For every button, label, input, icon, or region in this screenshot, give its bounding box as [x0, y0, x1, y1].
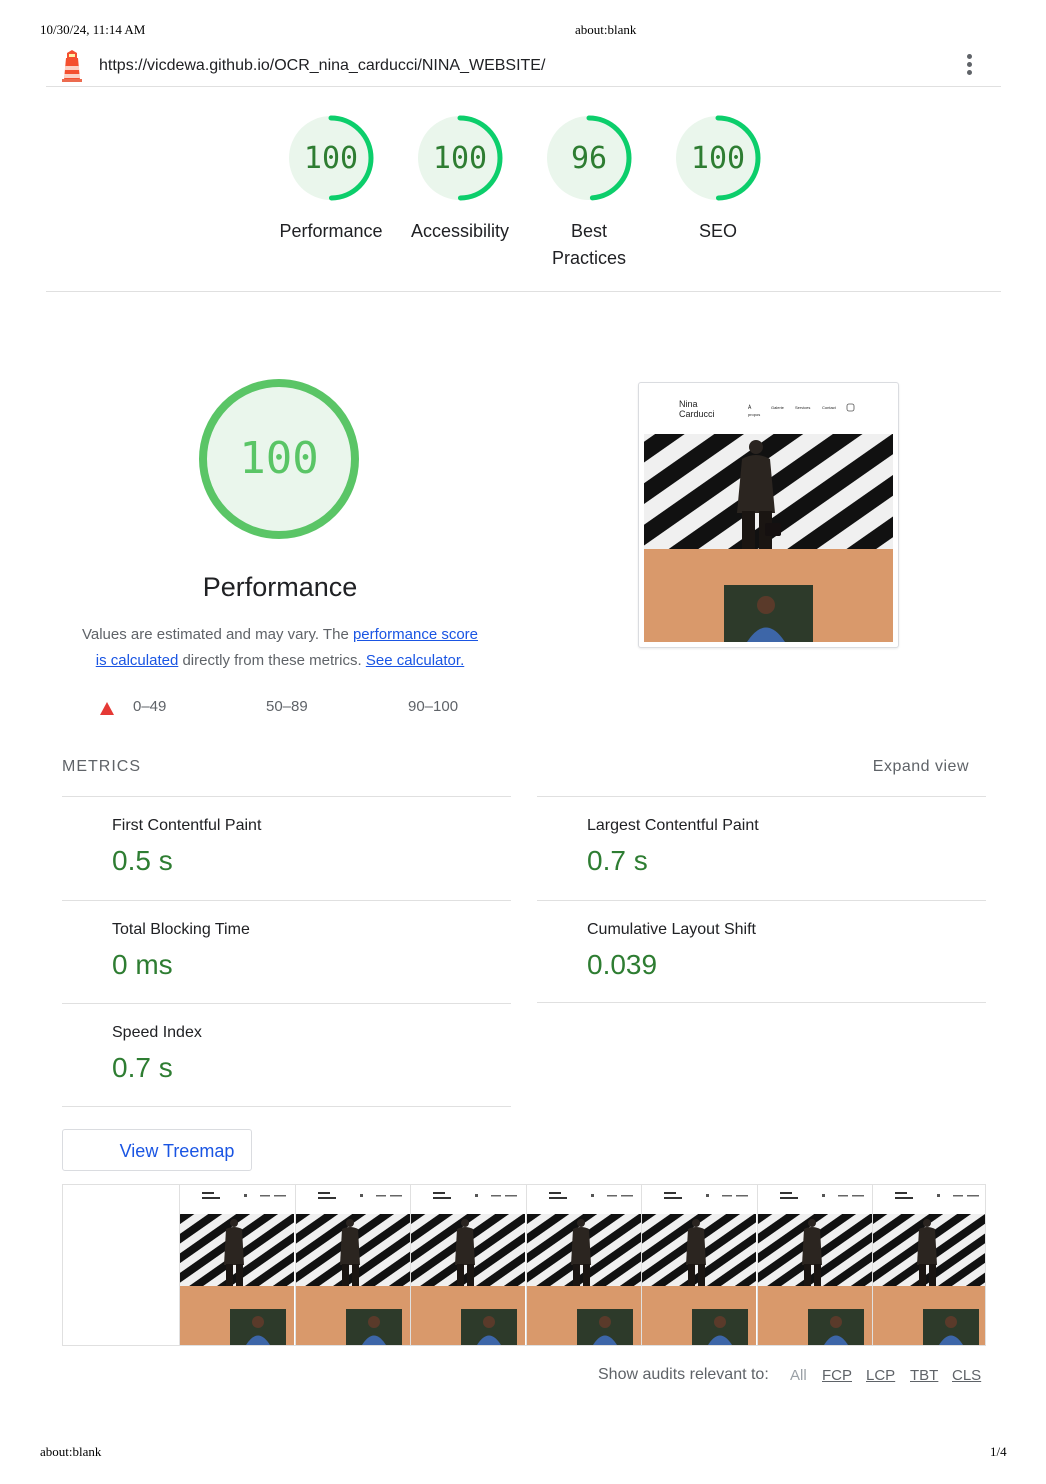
- metric-value: 0.5 s: [112, 845, 173, 876]
- gauge-label: SEO: [698, 221, 737, 241]
- desc-text: Values are estimated and may vary. The: [81, 626, 353, 643]
- metric-label: Speed Index: [112, 1024, 202, 1041]
- filmstrip-frame: [179, 1185, 294, 1345]
- gauge-ring: 100: [288, 115, 374, 201]
- metrics-header: METRICS: [62, 758, 141, 775]
- filmstrip-frame: [410, 1185, 525, 1345]
- gauge-best-practices[interactable]: 96 Best Practices: [524, 110, 654, 272]
- expand-view-toggle[interactable]: Expand view: [873, 758, 969, 776]
- metric-lcp: Largest Contentful Paint 0.7 s: [537, 796, 986, 900]
- metric-fcp: First Contentful Paint 0.5 s: [62, 796, 511, 900]
- metric-cls: Cumulative Layout Shift 0.039: [537, 900, 986, 1004]
- performance-gauge: 100: [199, 379, 359, 539]
- audit-filter-all[interactable]: All: [790, 1367, 807, 1384]
- gauge-ring: 100: [675, 115, 761, 201]
- gauge-label-line: Best: [570, 221, 608, 241]
- print-footer-url: about:blank: [40, 1444, 102, 1459]
- see-calculator-link[interactable]: See calculator.: [366, 652, 464, 669]
- metric-label: Largest Contentful Paint: [587, 817, 759, 834]
- audits-filter-label: Show audits relevant to:: [598, 1366, 769, 1383]
- gauge-label-line: Practices: [551, 248, 627, 268]
- legend-average: 50–89: [266, 698, 308, 715]
- metric-value: 0.7 s: [587, 845, 648, 876]
- filmstrip-frame: [294, 1185, 410, 1345]
- audit-filter-lcp[interactable]: LCP: [866, 1367, 895, 1384]
- final-screenshot: Nina Carducci À propos Galerie Services …: [638, 382, 899, 648]
- score-gauges: 100 Performance 100 Accessibility 96 Bes…: [0, 110, 1046, 280]
- site-nav-item: À: [748, 404, 752, 411]
- report-topbar: https://vicdewa.github.io/OCR_nina_cardu…: [46, 44, 1001, 87]
- gauge-score: 96: [571, 141, 607, 176]
- print-page-number: 1/4: [990, 1444, 1007, 1459]
- site-nav-item: Services: [795, 405, 810, 410]
- metric-divider: [537, 1002, 986, 1003]
- kebab-menu-icon[interactable]: [965, 54, 973, 78]
- performance-description: Values are estimated and may vary. The p…: [60, 622, 500, 674]
- metric-value: 0 ms: [112, 949, 173, 980]
- site-name: Carducci: [679, 409, 715, 419]
- gauge-label: Accessibility: [410, 221, 510, 241]
- legend-fail: 0–49: [133, 698, 167, 715]
- filmstrip-frame: [641, 1185, 756, 1345]
- filmstrip-frame: [756, 1185, 872, 1345]
- lighthouse-icon: [62, 50, 82, 82]
- gauge-ring: 100: [417, 115, 503, 201]
- metric-value: 0.039: [587, 949, 658, 980]
- filmstrip-frame: [872, 1185, 985, 1345]
- gauge-accessibility[interactable]: 100 Accessibility: [395, 110, 525, 245]
- performance-score: 100: [239, 433, 318, 484]
- metric-tbt: Total Blocking Time 0 ms: [62, 900, 511, 1004]
- view-treemap-button[interactable]: View Treemap: [62, 1129, 252, 1171]
- site-nav-item: Galerie: [771, 405, 785, 410]
- section-divider: [46, 291, 1001, 292]
- metric-label: First Contentful Paint: [112, 817, 262, 834]
- gauge-label: Best Practices: [524, 218, 654, 272]
- desc-text: directly from these metrics.: [178, 652, 366, 669]
- metric-value: 0.7 s: [112, 1052, 173, 1083]
- hero-image: [644, 434, 893, 549]
- gauge-score: 100: [304, 141, 358, 176]
- print-title: about:blank: [575, 22, 637, 37]
- site-nav-item: propos: [748, 412, 760, 417]
- audit-filter-fcp[interactable]: FCP: [822, 1367, 852, 1384]
- gauge-ring: 96: [546, 115, 632, 201]
- fail-triangle-icon: [100, 702, 114, 715]
- audit-filter-cls[interactable]: CLS: [952, 1367, 981, 1384]
- metric-divider: [62, 1106, 511, 1107]
- print-datetime: 10/30/24, 11:14 AM: [40, 22, 146, 37]
- report-url[interactable]: https://vicdewa.github.io/OCR_nina_cardu…: [99, 57, 545, 75]
- gauge-score: 100: [691, 141, 745, 176]
- site-name: Nina: [679, 399, 698, 409]
- gauge-score: 100: [433, 141, 487, 176]
- gauge-seo[interactable]: 100 SEO: [653, 110, 783, 245]
- filmstrip-frame: [525, 1185, 641, 1345]
- metric-label: Total Blocking Time: [112, 921, 250, 938]
- performance-title: Performance: [202, 572, 358, 602]
- gauge-performance[interactable]: 100 Performance: [266, 110, 396, 245]
- legend-pass: 90–100: [408, 698, 459, 715]
- is-calculated-link[interactable]: is calculated: [96, 652, 179, 669]
- site-nav-item: Contact: [822, 405, 837, 410]
- website-screenshot-image: Nina Carducci À propos Galerie Services …: [644, 399, 893, 642]
- audit-filter-tbt[interactable]: TBT: [910, 1367, 938, 1384]
- metric-label: Cumulative Layout Shift: [587, 921, 756, 938]
- metric-speed-index: Speed Index 0.7 s: [62, 1003, 511, 1107]
- filmstrip: [62, 1184, 986, 1346]
- instagram-icon: [846, 403, 855, 412]
- gauge-label: Performance: [279, 221, 383, 241]
- performance-score-link[interactable]: performance score: [353, 626, 478, 643]
